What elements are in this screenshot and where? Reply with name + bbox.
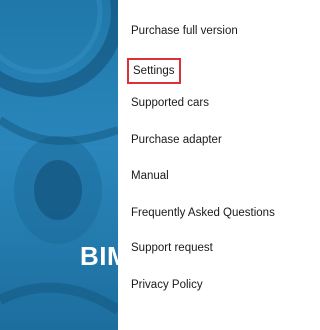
menu-item-purchase-adapter[interactable]: Purchase adapter [131, 130, 222, 150]
menu-item-support-request[interactable]: Support request [131, 238, 213, 258]
menu-item-supported-cars[interactable]: Supported cars [131, 93, 209, 113]
steering-wheel-illustration [0, 0, 118, 315]
menu-item-privacy-policy[interactable]: Privacy Policy [131, 275, 203, 295]
menu-item-purchase-full-version[interactable]: Purchase full version [131, 21, 238, 41]
app-background-image [0, 0, 118, 330]
navigation-menu: Purchase full version Settings Supported… [118, 0, 297, 330]
menu-item-settings[interactable]: Settings [127, 58, 181, 84]
menu-item-faq[interactable]: Frequently Asked Questions [131, 203, 275, 223]
menu-item-manual[interactable]: Manual [131, 166, 169, 186]
